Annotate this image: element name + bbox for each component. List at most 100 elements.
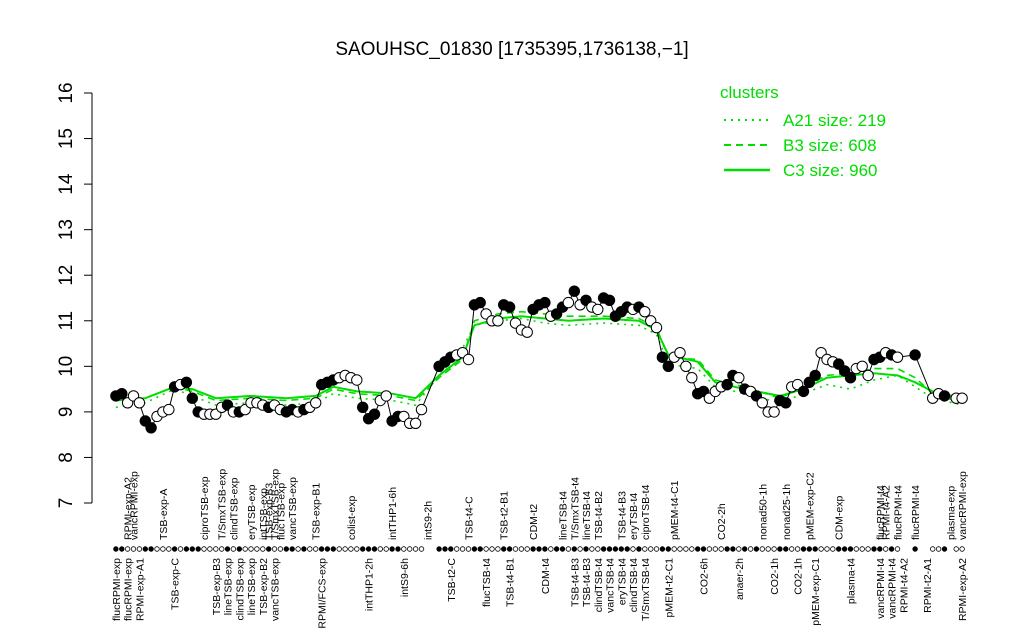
rug-marker: [330, 546, 336, 552]
rug-marker: [289, 546, 295, 552]
x-tick-label-bottom: flucRPMI-exp: [111, 558, 123, 621]
rug-marker: [824, 546, 830, 552]
data-point: [680, 360, 692, 372]
x-tick-label-top: vancRPMI-exp: [957, 471, 969, 540]
x-tick-label-bottom: vancTSB-exp: [270, 558, 282, 621]
rug-marker: [695, 546, 701, 552]
x-tick-label-top: TSB-t4-B3: [616, 491, 628, 540]
rug-marker: [935, 546, 942, 552]
rug-marker: [665, 546, 671, 552]
rug-marker: [189, 546, 195, 552]
rug-marker: [448, 546, 454, 552]
rug-marker: [859, 546, 865, 552]
x-tick-label-bottom: pMEM-t2-C1: [663, 558, 675, 618]
x-tick-label-top: CO2-2h: [716, 503, 728, 540]
data-point: [474, 296, 486, 309]
x-tick-label-top: vancRPMI-exp: [129, 471, 141, 540]
rug-marker: [677, 546, 683, 552]
rug-marker: [812, 546, 818, 552]
rug-marker: [765, 546, 771, 552]
rug-marker: [630, 546, 636, 552]
x-tick-label-bottom: vancRPMI-t4: [887, 558, 899, 619]
rug-marker: [806, 546, 812, 552]
x-tick-label-bottom: vancRPMI-t4: [875, 558, 887, 619]
rug-marker: [589, 546, 595, 552]
data-point: [539, 296, 551, 309]
rug-marker: [636, 546, 642, 552]
x-tick-labels-bottom: flucRPMI-exp flucRPMI-exp RPMI-exp-A1 TSB-e…: [111, 558, 969, 629]
data-point: [844, 372, 857, 384]
rug-marker: [894, 546, 901, 552]
rug-marker: [595, 546, 601, 552]
x-tick-label-bottom: plasma-t4: [845, 558, 857, 604]
data-point: [368, 408, 381, 420]
rug-marker: [360, 546, 366, 552]
x-tick-label-bottom: anaer-2h: [734, 558, 746, 600]
rug-marker: [277, 546, 284, 552]
rug-marker: [565, 546, 572, 552]
x-tick-label-bottom: TSB-t4-B1: [505, 558, 517, 607]
data-point: [186, 392, 199, 404]
data-point: [180, 376, 193, 388]
rug-marker: [389, 546, 395, 552]
rug-marker: [224, 546, 231, 552]
rug-marker: [207, 546, 213, 552]
x-tick-label-bottom: RPMI-exp-A1: [134, 558, 146, 621]
x-tick-label-bottom: lineTSB-exp: [246, 558, 258, 615]
rug-marker: [518, 546, 525, 552]
data-point: [357, 401, 369, 413]
rug-marker: [524, 546, 530, 552]
rug-marker: [912, 546, 918, 552]
x-tick-label-bottom: intTHP1-2h: [364, 558, 376, 611]
rug-marker: [730, 546, 736, 552]
x-tick-label-top: T/SmxTSB-exp: [217, 469, 229, 540]
data-point: [938, 390, 951, 402]
x-tick-label-top: T/SmxTSB-t4: [569, 477, 581, 540]
x-tick-label-top: nonad25-1h: [781, 484, 793, 540]
rug-marker: [266, 546, 272, 552]
rug-marker: [142, 546, 148, 552]
rug-marker: [771, 546, 777, 552]
rug-marker: [218, 546, 225, 552]
y-tick-label: 10: [56, 356, 77, 377]
rug-marker: [583, 546, 589, 552]
rug-marker: [871, 546, 877, 552]
x-tick-label-bottom: CO2-6h: [699, 558, 711, 595]
rug-marker: [512, 546, 519, 552]
rug-marker: [712, 546, 718, 552]
rug-marker: [618, 546, 624, 552]
rug-marker: [888, 546, 895, 552]
rug-marker: [148, 546, 154, 552]
data-point: [686, 372, 698, 384]
rug-marker: [283, 546, 289, 552]
data-point: [603, 294, 616, 306]
x-tick-label-bottom: RPMI/FCS-exp: [317, 558, 329, 629]
rug-marker: [477, 546, 483, 552]
rug-marker: [689, 546, 695, 552]
y-tick-label: 7: [56, 498, 77, 509]
rug-marker: [789, 546, 795, 552]
rug-marker: [612, 546, 619, 552]
rug-marker: [130, 546, 137, 552]
x-tick-label-bottom: TSB-t4-B3: [581, 558, 593, 607]
data-point: [415, 403, 428, 416]
legend-title: clusters: [720, 83, 779, 102]
data-point: [656, 351, 669, 363]
x-tick-label-top: CDM-t2: [528, 504, 540, 540]
y-tick-label: 8: [56, 452, 77, 463]
rug-marker: [648, 546, 654, 552]
y-tick-label: 14: [56, 173, 77, 195]
rug-marker: [853, 546, 859, 552]
rug-marker: [536, 546, 542, 552]
x-tick-label-top: pMEM-t4-C1: [669, 480, 681, 540]
rug-marker: [530, 546, 536, 552]
rug-marker: [324, 546, 331, 552]
x-tick-label-top: ciproTSB-t4: [640, 484, 652, 540]
rug-marker: [959, 546, 965, 552]
x-tick-label-bottom: clindTSB-t4: [593, 558, 605, 612]
legend: clusters A21 size: 219 B3 size: 608 C3 siz…: [720, 83, 886, 180]
rug-marker: [177, 546, 184, 552]
rug-marker: [606, 546, 613, 552]
rug-marker: [418, 546, 425, 552]
rug-marker: [483, 546, 489, 552]
